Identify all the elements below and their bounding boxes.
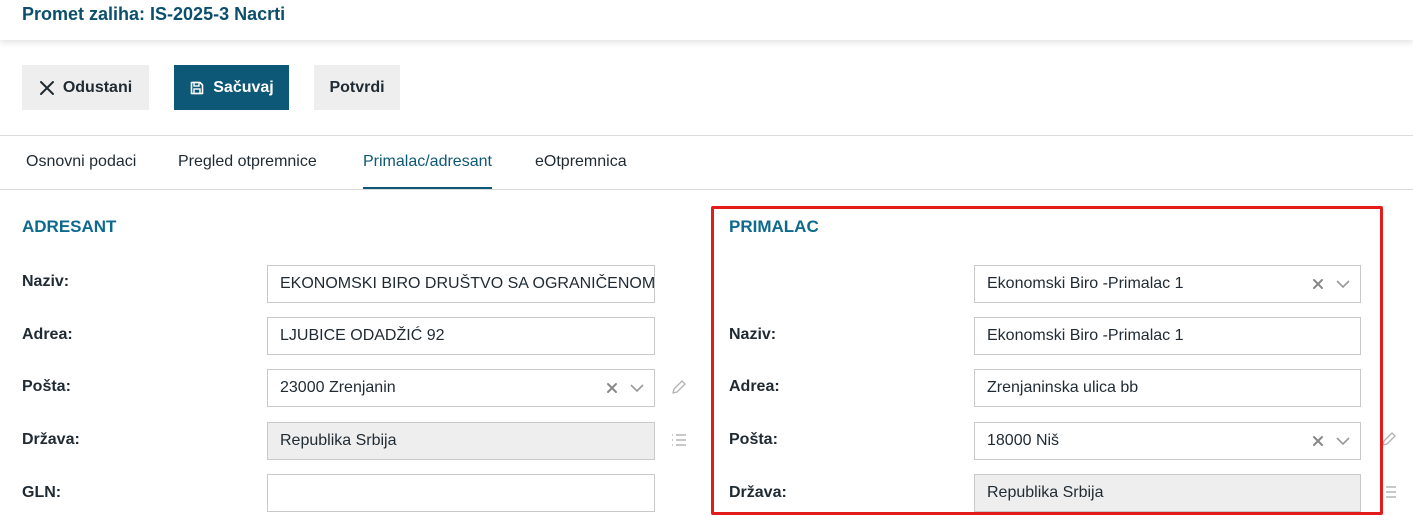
primalac-section-title: PRIMALAC	[729, 217, 819, 236]
primalac-drzava-field: Republika Srbija	[974, 474, 1361, 512]
tab-bar: Osnovni podaci Pregled otpremnice Primal…	[0, 136, 1413, 190]
adresant-drzava-field: Republika Srbija	[267, 422, 655, 460]
chevron-down-icon[interactable]	[1336, 436, 1350, 446]
tab-eotpremnica[interactable]: eOtpremnica	[535, 136, 627, 189]
primalac-posta-label: Pošta:	[729, 431, 778, 448]
clear-x-icon[interactable]	[1312, 278, 1324, 290]
cancel-button[interactable]: Odustani	[22, 65, 149, 110]
save-button-label: Sačuvaj	[213, 78, 274, 96]
page-title: Promet zaliha: IS-2025-3 Nacrti	[22, 4, 286, 24]
adresant-posta-label: Pošta:	[22, 378, 71, 395]
adresant-posta-value: 23000 Zrenjanin	[280, 379, 396, 396]
list-icon[interactable]	[670, 432, 688, 453]
page-header: Promet zaliha: IS-2025-3 Nacrti	[0, 0, 1413, 40]
primalac-posta-select[interactable]: 18000 Niš	[974, 422, 1361, 460]
adresant-adresa-label: Adrea:	[22, 326, 73, 343]
clear-x-icon[interactable]	[1312, 435, 1324, 447]
adresant-posta-select[interactable]: 23000 Zrenjanin	[267, 369, 655, 407]
adresant-naziv-input[interactable]: EKONOMSKI BIRO DRUŠTVO SA OGRANIČENOM	[267, 265, 655, 303]
tab-osnovni-podaci[interactable]: Osnovni podaci	[26, 136, 136, 189]
primalac-adresa-input[interactable]: Zrenjaninska ulica bb	[974, 369, 1361, 407]
confirm-button-label: Potvrdi	[329, 78, 385, 96]
save-button[interactable]: Sačuvaj	[174, 65, 289, 110]
primalac-adresa-label: Adrea:	[729, 378, 780, 395]
tab-primalac-adresant[interactable]: Primalac/adresant	[363, 136, 492, 189]
confirm-button[interactable]: Potvrdi	[314, 65, 400, 110]
adresant-gln-label: GLN:	[22, 484, 62, 501]
primalac-naziv-label: Naziv:	[729, 326, 777, 343]
list-icon[interactable]	[1380, 484, 1398, 505]
adresant-drzava-label: Država:	[22, 431, 80, 448]
primalac-highlight-box	[711, 206, 1383, 515]
primalac-selector-value: Ekonomski Biro -Primalac 1	[987, 275, 1184, 292]
chevron-down-icon[interactable]	[630, 383, 644, 393]
adresant-section-title: ADRESANT	[22, 217, 117, 236]
cancel-button-label: Odustani	[62, 78, 133, 96]
adresant-adresa-input[interactable]: LJUBICE ODADŽIĆ 92	[267, 317, 655, 355]
chevron-down-icon[interactable]	[1336, 279, 1350, 289]
tab-pregled-otpremnice[interactable]: Pregled otpremnice	[178, 136, 317, 189]
save-icon	[189, 80, 205, 96]
pencil-icon[interactable]	[1380, 430, 1398, 453]
primalac-posta-value: 18000 Niš	[987, 432, 1060, 449]
primalac-naziv-input[interactable]: Ekonomski Biro -Primalac 1	[974, 317, 1361, 355]
clear-x-icon[interactable]	[606, 382, 618, 394]
primalac-drzava-label: Država:	[729, 484, 787, 501]
primalac-selector[interactable]: Ekonomski Biro -Primalac 1	[974, 265, 1361, 303]
adresant-gln-input[interactable]	[267, 474, 655, 512]
adresant-naziv-label: Naziv:	[22, 273, 70, 290]
close-icon	[39, 80, 55, 96]
pencil-icon[interactable]	[670, 378, 688, 401]
